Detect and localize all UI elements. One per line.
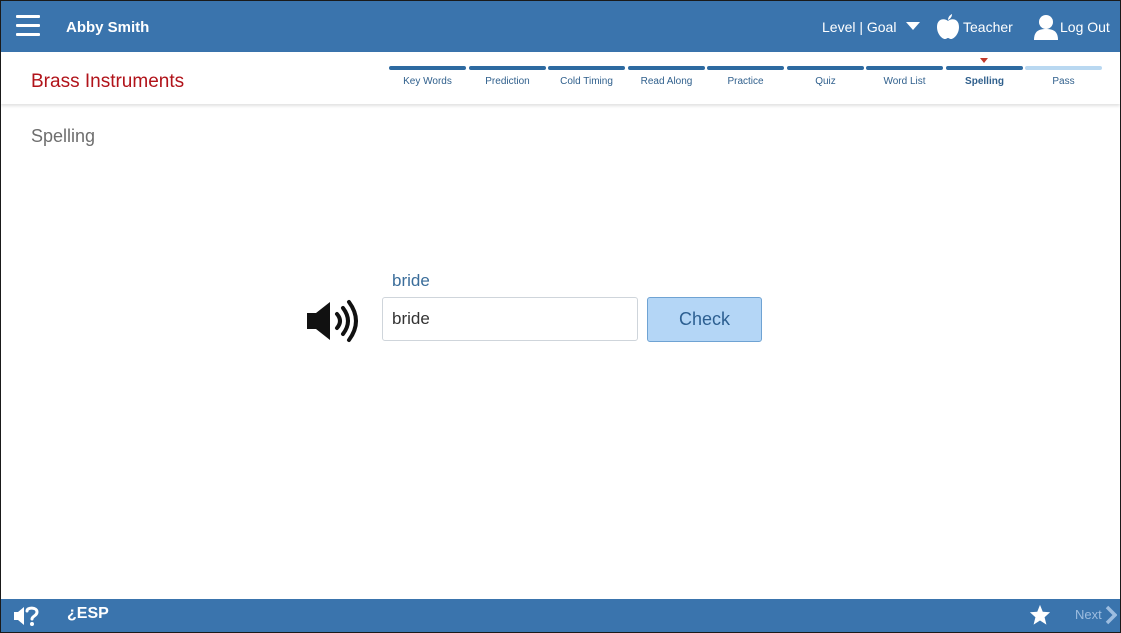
dropdown-arrow-icon (906, 22, 921, 30)
next-button[interactable]: Next (1075, 605, 1117, 625)
step-label: Spelling (965, 76, 1004, 87)
step-cold-timing[interactable]: Cold Timing (548, 66, 625, 96)
apple-icon (937, 14, 959, 39)
step-progress-bar (628, 66, 705, 70)
app-frame: Abby Smith Level | Goal Teacher Log Out … (0, 0, 1121, 633)
step-progress-bar (787, 66, 864, 70)
step-quiz[interactable]: Quiz (787, 66, 864, 96)
progress-steps: Key Words Prediction Cold Timing Read Along… (389, 58, 1108, 96)
step-label: Quiz (815, 76, 836, 87)
prompt-word: bride (392, 271, 430, 290)
step-label: Cold Timing (560, 76, 613, 87)
step-progress-bar (866, 66, 943, 70)
audio-help-icon[interactable] (13, 605, 39, 627)
logout-label: Log Out (1060, 19, 1110, 35)
teacher-label: Teacher (963, 19, 1013, 35)
level-goal-label: Level | Goal (822, 19, 897, 35)
logout-button[interactable]: Log Out (1033, 14, 1113, 40)
step-label: Prediction (485, 76, 530, 87)
step-pass[interactable]: Pass (1025, 66, 1102, 96)
step-progress-bar (1025, 66, 1102, 70)
level-goal-dropdown[interactable]: Level | Goal (822, 19, 921, 35)
section-heading: Spelling (31, 126, 96, 146)
top-bar: Abby Smith Level | Goal Teacher Log Out (1, 1, 1120, 52)
esp-button[interactable]: ¿ESP (67, 605, 109, 623)
step-word-list[interactable]: Word List (866, 66, 943, 96)
step-progress-bar (946, 66, 1023, 70)
step-label: Pass (1052, 76, 1075, 87)
step-progress-bar (389, 66, 466, 70)
step-key-words[interactable]: Key Words (389, 66, 466, 96)
step-progress-bar (548, 66, 625, 70)
step-progress-bar (469, 66, 546, 70)
step-label: Practice (727, 76, 764, 87)
step-label: Read Along (640, 76, 693, 87)
check-button[interactable]: Check (647, 297, 762, 342)
step-label: Word List (883, 76, 926, 87)
user-icon (1034, 15, 1058, 40)
step-practice[interactable]: Practice (707, 66, 784, 96)
menu-icon[interactable] (16, 15, 40, 37)
spelling-input[interactable] (382, 297, 638, 341)
chevron-right-icon (1105, 605, 1117, 625)
current-step-marker-icon (980, 58, 988, 63)
user-name: Abby Smith (66, 19, 150, 36)
lesson-header: Brass Instruments Key Words Prediction Col… (1, 52, 1120, 104)
lesson-title: Brass Instruments (31, 71, 185, 92)
speaker-icon[interactable] (305, 299, 367, 343)
step-prediction[interactable]: Prediction (469, 66, 546, 96)
bottom-bar: ¿ESP Next (1, 599, 1120, 632)
step-spelling[interactable]: Spelling (946, 58, 1023, 96)
next-label: Next (1075, 607, 1102, 622)
step-progress-bar (707, 66, 784, 70)
star-icon[interactable] (1029, 604, 1051, 626)
step-label: Key Words (403, 76, 452, 87)
step-read-along[interactable]: Read Along (628, 66, 705, 96)
